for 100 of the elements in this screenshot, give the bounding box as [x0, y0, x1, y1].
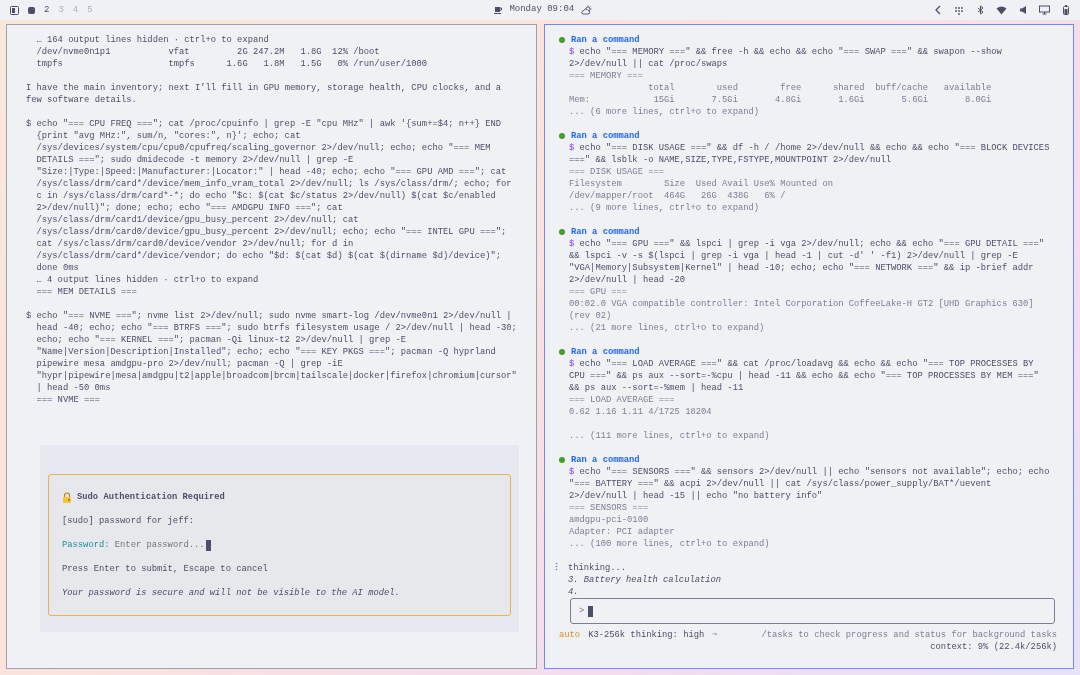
- output-line: ... (21 more lines, ctrl+o to expand): [569, 322, 766, 334]
- command-line: /sys/class/drm/card0/device/gpu_busy_percent 2>/dev/null; echo; echo "=== INTEL GPU ===";: [36, 226, 508, 238]
- command-line: echo "=== SENSORS ===" && sensors 2>/dev/null || echo "sensors not available"; echo; echo: [579, 466, 1050, 478]
- command-line: head -40; echo; echo "=== BTRFS ==="; sudo btrfs filesystem usage / 2>/dev/null | head -30;: [36, 322, 517, 334]
- monitor-icon[interactable]: [1039, 5, 1050, 15]
- prompt-symbol: $: [569, 358, 575, 370]
- directory-label: ~: [712, 629, 718, 641]
- mode-label: auto: [559, 629, 581, 641]
- layout-icon[interactable]: [10, 5, 19, 15]
- output-line: total used free shared buff/cache available: [647, 82, 993, 94]
- thinking-line: 3. Battery health calculation: [568, 574, 722, 586]
- output-line: Adapter: PCI adapter: [569, 526, 676, 538]
- bluetooth-icon[interactable]: [976, 5, 984, 15]
- command-line: /sys/class/drm/card*/device/vendor; do echo "$d: $(cat $d) $(cat $(dirname $d)/device)";: [36, 250, 503, 262]
- entry-title[interactable]: Ran a command: [571, 454, 640, 466]
- active-workspace-indicator[interactable]: [28, 6, 35, 14]
- command-line: 2>/dev/null || cat /proc/swaps: [569, 58, 729, 70]
- command-line: 2>/dev/null)"; done; echo; echo "=== AMDGPU INFO ==="; cat: [36, 202, 344, 214]
- output-line: Filesystem Size Used Avail Use% Mounted on: [569, 178, 834, 190]
- context-usage: context: 9% (22.4k/256k): [930, 641, 1057, 653]
- command-line: /sys/devices/system/cpu/cpu0/cpufreq/scaling_governor 2>/dev/null; echo; echo "=== MEM: [36, 142, 492, 154]
- password-field[interactable]: Enter password...: [114, 539, 206, 551]
- command-line: && ps aux --sort=-%mem | head -11: [569, 382, 745, 394]
- command-line: echo "=== CPU FREQ ==="; cat /proc/cpuinfo | grep -E "cpu MHz" | awk '{sum+=$4; n++} END: [36, 118, 503, 130]
- output-line: tmpfs tmpfs 1.6G 1.8M 1.5G 0% /run/user/1000: [36, 58, 429, 70]
- command-line: && lspci -v -s $(lspci | grep -i vga | head -1 | cut -d' ' -f1) 2>/dev/null | grep -E: [569, 250, 1019, 262]
- output-line: amdgpu-pci-0100: [569, 514, 650, 526]
- command-line: echo; echo "=== KERNEL ==="; pacman -Qi linux-t2 2>/dev/null | grep -E: [36, 334, 408, 346]
- status-dot: [559, 37, 565, 43]
- command-line: /sys/class/drm/card*/device/mem_info_vram_total 2>/dev/null; ls /sys/class/drm/; echo; for: [36, 178, 512, 190]
- command-line: echo "=== GPU ===" && lspci | grep -i vga 2>/dev/null; echo && echo "=== GPU DETAIL ===": [579, 238, 1045, 250]
- wifi-icon[interactable]: [996, 5, 1007, 15]
- prompt-symbol: $: [26, 118, 33, 131]
- output-line: 00:02.0 VGA compatible controller: Intel Corporation CoffeeLake-H GT2 [UHD Graphics 630]: [569, 298, 1035, 310]
- entry-title[interactable]: Ran a command: [571, 226, 640, 238]
- command-line: done 0ms: [36, 262, 80, 274]
- dialog-title: Sudo Authentication Required: [77, 491, 225, 503]
- sudo-prompt: [sudo] password for jeff:: [62, 515, 195, 527]
- command-line: 2>/dev/null | head -15 || echo "no battery info": [569, 490, 824, 502]
- command-line: CPU ===" && ps aux --sort=-%cpu | head -11 && echo && echo "=== TOP PROCESSES BY MEM ===": [569, 370, 1040, 382]
- command-line: echo "=== MEMORY ===" && free -h && echo && echo "=== SWAP ===" && swapon --show: [579, 46, 1002, 58]
- command-input[interactable]: >: [570, 598, 1055, 624]
- command-line: "=== BATTERY ===" && acpi 2>/dev/null || cat /sys/class/power_supply/BAT*/uevent: [569, 478, 993, 490]
- battery-icon[interactable]: [1062, 5, 1070, 15]
- prompt-symbol: $: [569, 46, 575, 58]
- message-line: few software details.: [26, 94, 138, 106]
- status-dot: [559, 133, 565, 139]
- entry-title[interactable]: Ran a command: [571, 34, 640, 46]
- message-line: I have the main inventory; next I’ll fill in GPU memory, storage health, CPU clocks, and a: [26, 82, 503, 94]
- command-line: c in /sys/class/drm/card*-*; do echo "$c: $(cat $c/status 2>/dev/null) $(cat $c/enabled: [36, 190, 497, 202]
- command-line: ===" && lsblk -o NAME,SIZE,TYPE,FSTYPE,MOUNTPOINT 2>/dev/null: [569, 154, 893, 166]
- weather-icon: [581, 5, 593, 15]
- volume-icon[interactable]: [1019, 5, 1027, 15]
- command-line: cat /sys/class/drm/card0/device/vendor 2>/dev/null; for d in: [36, 238, 355, 250]
- field-label: Password:: [62, 539, 110, 551]
- model-label: K3-256k thinking: high: [588, 629, 705, 641]
- command-line: "hypr|pipewire|mesa|amdgpu|t2|apple|broadcom|brcm|tailscale|docker|firefox|chromium|cursor": [36, 370, 517, 382]
- status-dot: [559, 349, 565, 355]
- thinking-label: thinking...: [568, 562, 628, 574]
- output-line: ... (6 more lines, ctrl+o to expand): [569, 106, 761, 118]
- clock-text: Monday 09:04: [509, 3, 575, 17]
- output-line: === SENSORS ===: [569, 502, 650, 514]
- input-prompt: >: [579, 605, 585, 617]
- command-line: {print "avg MHz:", sum/n, "cores:", n}'; echo; cat: [36, 130, 302, 142]
- chevron-left-icon[interactable]: [934, 5, 942, 15]
- prompt-symbol: $: [26, 310, 33, 323]
- prompt-symbol: $: [569, 142, 575, 154]
- command-line: "VGA|Memory|Subsystem|Kernel" | head -10; echo; echo "=== NETWORK ===" && ip -brief addr: [569, 262, 1035, 274]
- output-line: === LOAD AVERAGE ===: [569, 394, 676, 406]
- output-line: === DISK USAGE ===: [569, 166, 666, 178]
- command-line: echo "=== LOAD AVERAGE ===" && cat /proc/loadavg && echo && echo "=== TOP PROCESSES BY: [579, 358, 1034, 370]
- prompt-symbol: $: [569, 238, 575, 250]
- output-line: ... (9 more lines, ctrl+o to expand): [569, 202, 761, 214]
- output-line: ... (111 more lines, ctrl+o to expand): [569, 430, 771, 442]
- output-line: === NVME ===: [36, 394, 101, 406]
- command-line: pipewire mesa amdgpu-pro 2>/dev/null; pacman -Q | grep -iE: [36, 358, 344, 370]
- command-line: "Size:|Type:|Speed:|Manufacturer:|Locator:" | head -40; echo; echo "=== GPU AMD ==="; cat: [36, 166, 508, 178]
- command-line: DETAILS ==="; sudo dmidecode -t memory 2>/dev/null | grep -E: [36, 154, 355, 166]
- entry-title[interactable]: Ran a command: [571, 346, 640, 358]
- grid-icon[interactable]: [954, 5, 964, 15]
- entry-title[interactable]: Ran a command: [571, 130, 640, 142]
- prompt-symbol: $: [569, 466, 575, 478]
- status-dot: [559, 457, 565, 463]
- text-cursor: [205, 539, 211, 551]
- lock-icon: [62, 491, 72, 503]
- status-dot: [559, 229, 565, 235]
- dialog-hint: Press Enter to submit, Escape to cancel: [62, 563, 269, 575]
- command-line: echo "=== DISK USAGE ===" && df -h / /home 2>/dev/null && echo && echo "=== BLOCK DEVICES: [579, 142, 1050, 154]
- output-line: /dev/nvme0n1p1 vfat 2G 247.2M 1.8G 12% /boot: [36, 46, 381, 58]
- output-line: /dev/mapper/root 464G 26G 438G 6% /: [569, 190, 787, 202]
- command-line: 2>/dev/null | head -20: [569, 274, 687, 286]
- command-line: "Name|Version|Description|Installed"; echo; echo "=== KEY PKGS ==="; pacman -Q hyprland: [36, 346, 497, 358]
- output-line: ... (100 more lines, ctrl+o to expand): [569, 538, 771, 550]
- command-line: echo "=== NVME ==="; nvme list 2>/dev/null; sudo nvme smart-log /dev/nvme0n1 2>/dev/null |: [36, 310, 513, 322]
- output-line: 0.62 1.16 1.11 4/1725 18204: [569, 406, 713, 418]
- security-note: Your password is secure and will not be visible to the AI model.: [62, 587, 401, 599]
- output-line: … 4 output lines hidden · ctrl+o to expand: [36, 274, 260, 286]
- workspace-number[interactable]: 2: [44, 5, 50, 15]
- output-line: === MEM DETAILS ===: [36, 286, 138, 298]
- output-line: … 164 output lines hidden · ctrl+o to expand: [36, 34, 270, 46]
